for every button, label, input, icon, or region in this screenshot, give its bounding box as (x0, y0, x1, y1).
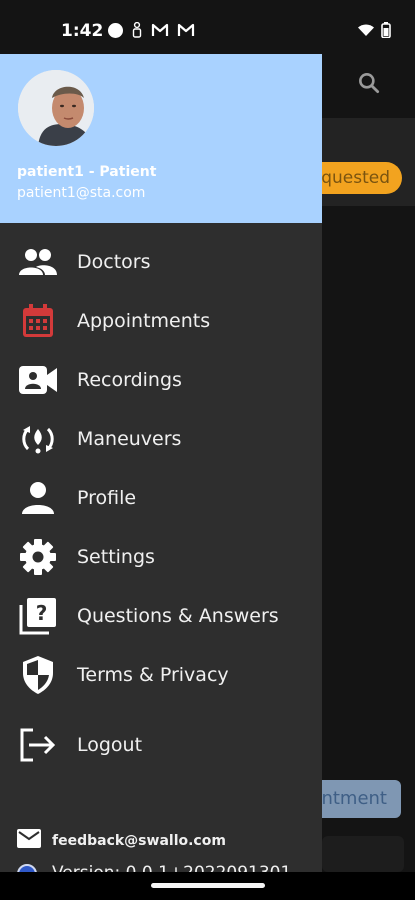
menu-label: Profile (77, 487, 137, 509)
video-camera-icon (18, 360, 58, 400)
menu-item-logout[interactable]: Logout (0, 717, 322, 773)
drawer-header: patient1 - Patient patient1@sta.com (0, 54, 322, 223)
status-bar: 1:42 (0, 0, 415, 54)
logout-icon (18, 725, 58, 765)
calendar-icon (18, 301, 58, 341)
menu-item-recordings[interactable]: Recordings (0, 352, 322, 408)
menu-label: Terms & Privacy (77, 664, 229, 686)
gmail-icon (177, 23, 195, 36)
search-icon[interactable] (356, 70, 382, 96)
gear-icon (18, 537, 58, 577)
user-email: patient1@sta.com (17, 185, 146, 201)
user-name: patient1 - Patient (17, 164, 157, 180)
menu-label: Logout (77, 734, 143, 756)
navigation-drawer: patient1 - Patient patient1@sta.com Doct… (0, 0, 322, 900)
menu-label: Settings (77, 546, 155, 568)
menu-item-doctors[interactable]: Doctors (0, 234, 322, 290)
avatar[interactable] (18, 70, 94, 146)
question-icon: ? (18, 596, 58, 636)
menu-label: Appointments (77, 310, 211, 332)
menu-item-maneuvers[interactable]: Maneuvers (0, 411, 322, 467)
menu-label: Recordings (77, 369, 182, 391)
shield-icon (18, 655, 58, 695)
person-icon (18, 478, 58, 518)
menu-item-profile[interactable]: Profile (0, 470, 322, 526)
mail-icon (17, 829, 41, 848)
wifi-icon (358, 24, 374, 36)
gmail-icon (151, 23, 169, 36)
menu-label: Maneuvers (77, 428, 182, 450)
svg-text:?: ? (36, 601, 48, 625)
people-icon (18, 242, 58, 282)
system-navigation-bar (0, 872, 415, 900)
person-icon (132, 22, 142, 38)
menu-label: Doctors (77, 251, 151, 273)
menu-item-settings[interactable]: Settings (0, 529, 322, 585)
menu-item-appointments[interactable]: Appointments (0, 293, 322, 349)
battery-icon (381, 22, 391, 38)
background-row (322, 836, 404, 872)
home-gesture-handle[interactable] (151, 883, 265, 888)
status-time: 1:42 (61, 21, 104, 41)
maneuver-icon (18, 419, 58, 459)
menu-item-questions-answers[interactable]: ? Questions & Answers (0, 588, 322, 644)
feedback-email[interactable]: feedback@swallo.com (52, 833, 226, 849)
menu-label: Questions & Answers (77, 605, 279, 627)
circle-icon (108, 22, 123, 38)
menu-item-terms-privacy[interactable]: Terms & Privacy (0, 647, 322, 703)
